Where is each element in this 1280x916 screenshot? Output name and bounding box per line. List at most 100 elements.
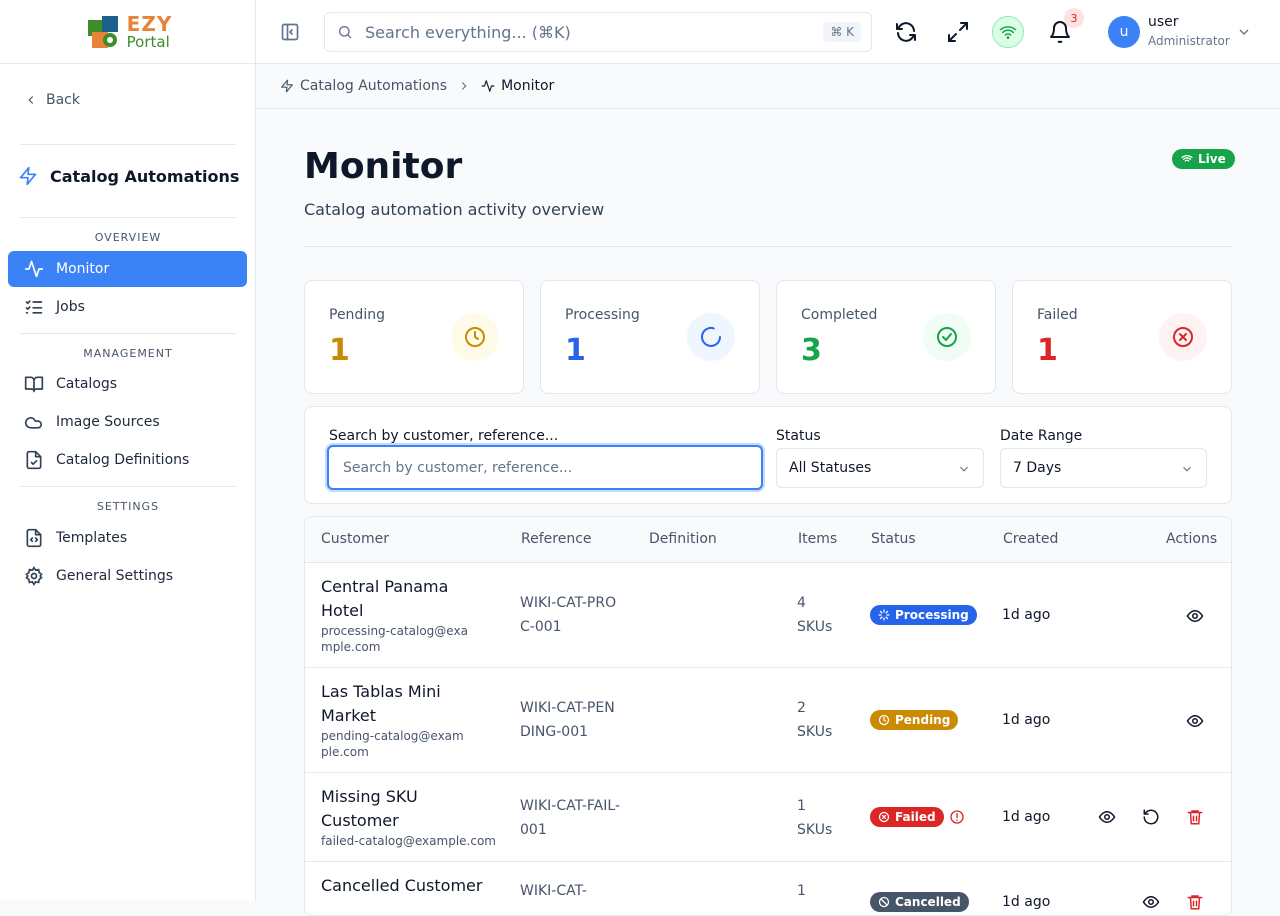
module-title-label: Catalog Automations	[50, 166, 240, 186]
sidebar-item-monitor[interactable]: Monitor	[8, 251, 247, 287]
stat-icon-wrap	[923, 313, 971, 361]
retry-icon[interactable]	[1142, 808, 1160, 826]
table-header: Customer Reference Definition Items Stat…	[305, 517, 1231, 563]
refresh-icon[interactable]	[894, 20, 918, 44]
filters-panel: Search by customer, reference... Status …	[304, 406, 1232, 504]
created-cell: 1d ago	[1002, 809, 1051, 825]
live-badge: Live	[1172, 149, 1235, 169]
breadcrumb-current: Monitor	[501, 78, 555, 94]
table-row[interactable]: Cancelled Customer WIKI-CAT- 1 Cancelled…	[305, 862, 1231, 915]
ban-icon	[878, 896, 890, 908]
reference-cell: WIKI-CAT-PROC-001	[520, 595, 617, 635]
avatar[interactable]: u	[1108, 16, 1140, 48]
chevron-right-icon	[461, 82, 467, 90]
logo[interactable]: EZY Portal	[0, 0, 255, 64]
sidebar: EZY Portal Back Catalog Automations OVER…	[0, 0, 256, 900]
gear-icon	[25, 566, 43, 586]
eye-icon[interactable]	[1186, 607, 1204, 625]
customer-email: failed-catalog@example.com	[321, 834, 496, 848]
items-cell: 4 SKUs	[797, 595, 833, 635]
stat-label: Completed	[801, 307, 878, 323]
logo-text-portal: Portal	[126, 32, 170, 51]
status-filter-label: Status	[776, 428, 821, 444]
stat-label: Failed	[1037, 307, 1078, 323]
global-search-placeholder: Search everything... (⌘K)	[365, 22, 571, 42]
chevron-left-icon	[28, 96, 34, 104]
stat-value: 1	[1037, 333, 1058, 368]
customer-name: Missing SKU Customer	[321, 787, 418, 830]
cloud-icon	[24, 417, 43, 429]
section-management: MANAGEMENT	[83, 347, 173, 360]
status-label: Failed	[895, 810, 936, 824]
alert-circle-icon[interactable]	[949, 809, 965, 825]
logo-icon	[87, 15, 118, 48]
items-cell: 1	[797, 883, 806, 899]
stat-icon-wrap	[1159, 313, 1207, 361]
back-link[interactable]: Back	[24, 92, 80, 108]
status-label: Cancelled	[895, 895, 961, 909]
sidebar-item-jobs[interactable]: Jobs	[8, 289, 247, 325]
table-row[interactable]: Las Tablas Mini Market pending-catalog@e…	[305, 668, 1231, 773]
column-header[interactable]: Definition	[649, 531, 717, 547]
column-header[interactable]: Items	[798, 531, 837, 547]
trash-icon[interactable]	[1186, 808, 1204, 826]
chevron-down-icon	[1183, 466, 1191, 472]
reference-cell: WIKI-CAT-	[520, 883, 587, 899]
table-row[interactable]: Missing SKU Customer failed-catalog@exam…	[305, 773, 1231, 862]
file-code-icon	[26, 528, 42, 548]
eye-icon[interactable]	[1142, 893, 1160, 911]
sidebar-item-general-settings[interactable]: General Settings	[8, 558, 247, 594]
search-icon	[339, 26, 352, 39]
column-header[interactable]: Customer	[321, 531, 389, 547]
search-filter-label: Search by customer, reference...	[329, 428, 559, 444]
activity-icon	[24, 260, 44, 278]
created-cell: 1d ago	[1002, 607, 1051, 623]
user-name[interactable]: user	[1148, 14, 1179, 30]
back-label: Back	[46, 92, 80, 108]
sidebar-item-image-sources[interactable]: Image Sources	[8, 404, 247, 440]
status-badge: Cancelled	[870, 892, 969, 912]
sidebar-item-label: Monitor	[56, 261, 110, 277]
sidebar-item-templates[interactable]: Templates	[8, 520, 247, 556]
stat-card-processing: Processing 1	[540, 280, 760, 394]
table-row[interactable]: Central Panama Hotel processing-catalog@…	[305, 563, 1231, 668]
column-header[interactable]: Created	[1003, 531, 1058, 547]
breadcrumb-parent[interactable]: Catalog Automations	[300, 78, 447, 94]
chevron-down-icon[interactable]	[1236, 24, 1252, 40]
zap-icon	[19, 166, 37, 186]
logo-text-ezy: EZY	[126, 11, 173, 36]
file-check-icon	[26, 450, 42, 470]
wifi-icon	[999, 26, 1017, 39]
search-filter-input[interactable]	[327, 445, 763, 490]
sidebar-item-label: Catalogs	[56, 376, 118, 392]
stat-value: 1	[329, 333, 350, 368]
status-select[interactable]: All Statuses	[776, 448, 984, 488]
divider	[20, 486, 236, 487]
sidebar-item-label: Catalog Definitions	[56, 452, 190, 468]
wifi-icon	[1181, 155, 1193, 162]
sidebar-item-catalog-definitions[interactable]: Catalog Definitions	[8, 442, 247, 478]
sidebar-item-catalogs[interactable]: Catalogs	[8, 366, 247, 402]
date-range-select[interactable]: 7 Days	[1000, 448, 1207, 488]
customer-cell: Las Tablas Mini Market pending-catalog@e…	[321, 680, 491, 760]
column-header[interactable]: Reference	[521, 531, 592, 547]
status-label: Pending	[895, 713, 951, 727]
trash-icon[interactable]	[1186, 893, 1204, 911]
divider	[20, 217, 236, 218]
module-title: Catalog Automations	[18, 166, 239, 186]
column-header[interactable]: Status	[871, 531, 916, 547]
global-search-input[interactable]: Search everything... (⌘K) ⌘ K	[324, 12, 872, 52]
shortcut-hint: ⌘ K	[823, 22, 861, 42]
eye-icon[interactable]	[1098, 808, 1116, 826]
eye-icon[interactable]	[1186, 712, 1204, 730]
sidebar-toggle-icon[interactable]	[280, 22, 300, 42]
breadcrumb: Catalog Automations Monitor	[256, 64, 1280, 109]
divider	[304, 246, 1232, 247]
divider	[20, 333, 236, 334]
reference-cell: WIKI-CAT-PENDING-001	[520, 700, 615, 740]
zap-icon	[281, 79, 293, 93]
connection-status-button[interactable]	[992, 16, 1024, 48]
expand-icon[interactable]	[946, 20, 970, 44]
user-role: Administrator	[1148, 34, 1230, 48]
stat-card-pending: Pending 1	[304, 280, 524, 394]
